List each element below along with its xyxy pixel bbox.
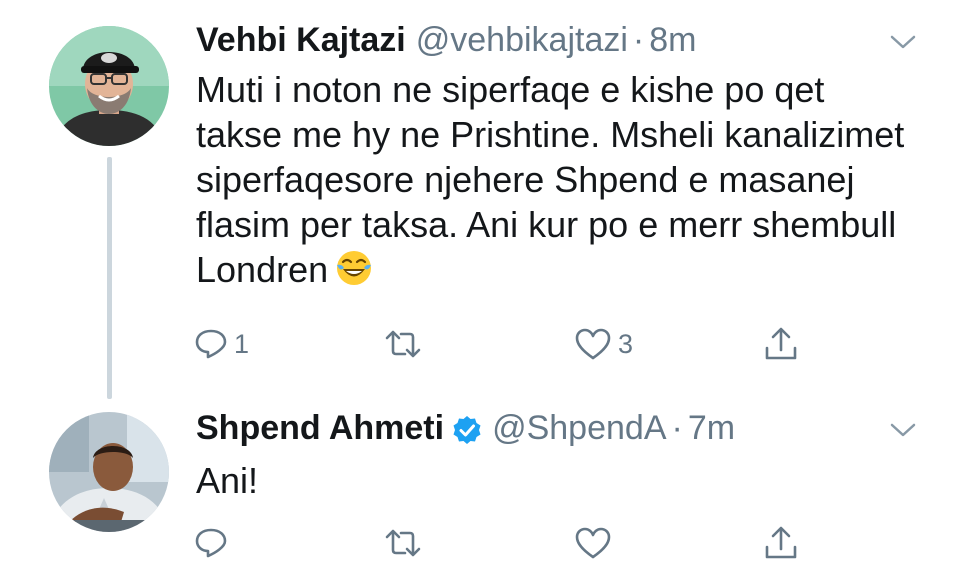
avatar[interactable]: [49, 412, 169, 532]
avatar-image: [49, 26, 169, 146]
like-icon: [575, 328, 611, 360]
retweet-button[interactable]: [383, 523, 429, 563]
share-icon: [765, 327, 797, 360]
avatar-image: [49, 412, 169, 532]
author-handle[interactable]: @vehbikajtazi: [416, 20, 628, 60]
tweet-2[interactable]: Shpend Ahmeti @ShpendA · 7m Ani!: [0, 392, 960, 581]
like-button[interactable]: 3: [574, 324, 633, 364]
retweet-icon: [385, 330, 421, 358]
reply-icon: [195, 329, 227, 359]
like-count: 3: [618, 328, 634, 359]
tweet-text: Muti i noton ne siperfaqe e kishe po qet…: [196, 67, 916, 292]
face-with-tears-of-joy-icon: [337, 251, 372, 285]
tweet-text: Ani!: [196, 458, 916, 503]
tweet-timestamp[interactable]: 7m: [688, 408, 735, 448]
separator-dot: ·: [671, 409, 683, 447]
like-icon: [575, 527, 611, 559]
author-name[interactable]: Vehbi Kajtazi: [196, 20, 406, 60]
share-icon: [765, 526, 797, 559]
reply-count: 1: [234, 328, 250, 359]
tweet-text-content: Muti i noton ne siperfaqe e kishe po qet…: [196, 69, 905, 290]
reply-button[interactable]: 1: [194, 324, 249, 364]
like-button[interactable]: [574, 523, 618, 563]
tweet-header: Shpend Ahmeti @ShpendA · 7m: [196, 408, 735, 448]
reply-button[interactable]: [194, 523, 234, 563]
author-name[interactable]: Shpend Ahmeti: [196, 408, 444, 448]
share-button[interactable]: [763, 324, 799, 364]
separator-dot: ·: [632, 21, 645, 59]
tweet-actions: [0, 523, 960, 563]
verified-badge-icon: [453, 416, 481, 444]
chevron-down-icon[interactable]: [888, 420, 918, 440]
reply-icon: [195, 528, 227, 558]
retweet-button[interactable]: [383, 324, 429, 364]
tweet-timestamp[interactable]: 8m: [649, 20, 696, 60]
tweet-thread: Vehbi Kajtazi @vehbikajtazi · 8m Muti i …: [0, 0, 960, 581]
retweet-icon: [385, 529, 421, 557]
tweet-1[interactable]: Vehbi Kajtazi @vehbikajtazi · 8m Muti i …: [0, 0, 960, 390]
share-button[interactable]: [763, 523, 799, 563]
avatar[interactable]: [49, 26, 169, 146]
tweet-text-content: Ani!: [196, 460, 259, 501]
tweet-header: Vehbi Kajtazi @vehbikajtazi · 8m: [196, 20, 696, 60]
author-handle[interactable]: @ShpendA: [492, 408, 666, 448]
tweet-actions: 1 3: [0, 324, 960, 364]
chevron-down-icon[interactable]: [888, 32, 918, 52]
